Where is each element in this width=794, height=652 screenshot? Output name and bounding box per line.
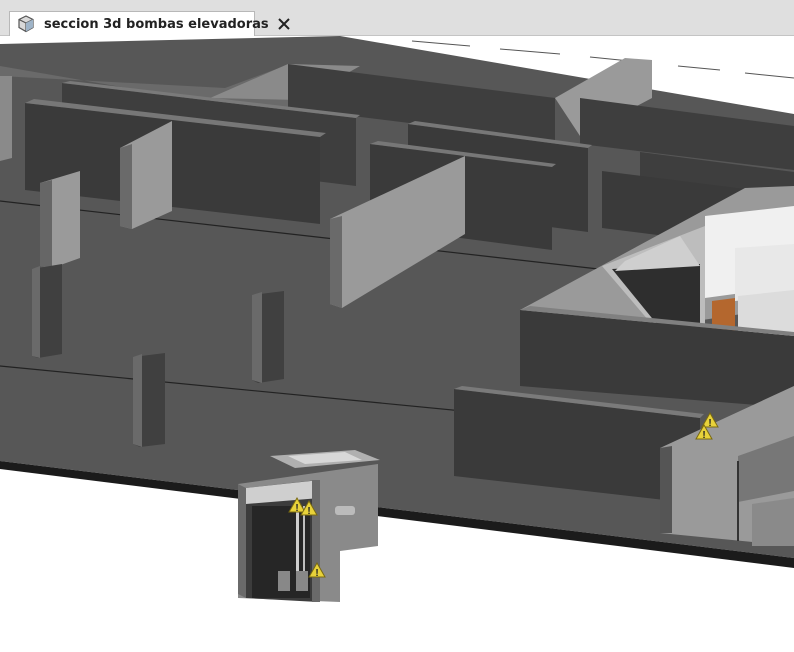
svg-text:!: ! — [295, 503, 298, 514]
close-icon[interactable] — [277, 17, 291, 31]
svg-text:!: ! — [315, 568, 318, 579]
3d-model-render: ! ! ! ! ! — [0, 36, 794, 602]
svg-text:!: ! — [307, 506, 310, 517]
svg-text:!: ! — [708, 418, 711, 429]
view-tab-bar: seccion 3d bombas elevadoras — [0, 0, 794, 36]
3d-view-icon — [17, 15, 35, 33]
view-tab[interactable]: seccion 3d bombas elevadoras — [9, 11, 290, 36]
view-tab-title: seccion 3d bombas elevadoras — [44, 16, 269, 32]
3d-viewport[interactable]: ! ! ! ! ! — [0, 36, 794, 652]
svg-text:!: ! — [702, 430, 705, 441]
